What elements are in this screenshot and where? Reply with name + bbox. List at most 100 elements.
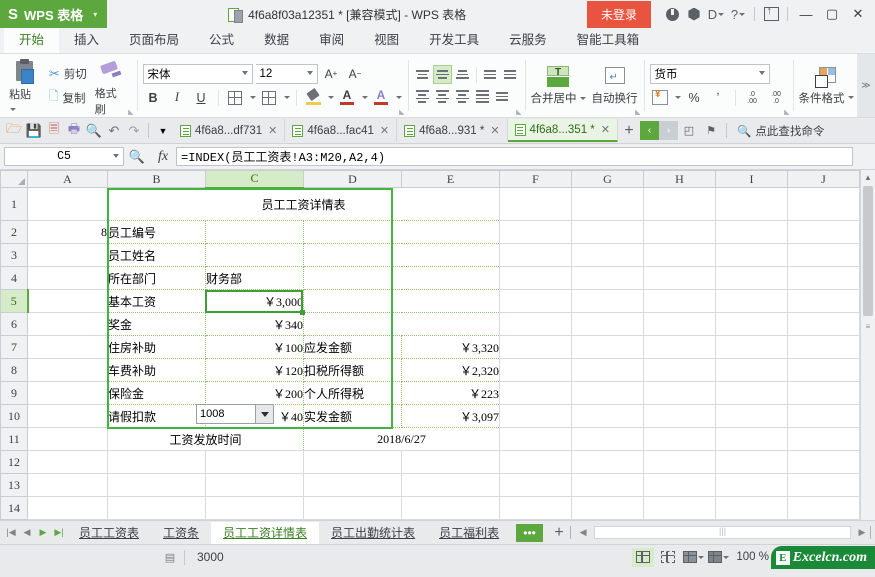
tab-menu-icon[interactable]: ⚑ [700,121,722,141]
restore-window-icon[interactable]: ◰ [678,121,700,141]
align-right-button[interactable] [453,87,472,106]
cell-g15[interactable] [572,520,644,521]
login-button[interactable]: 未登录 [587,1,651,28]
percent-format-button[interactable]: % [684,88,705,108]
column-header-i[interactable]: I [716,171,788,188]
cell-c12[interactable] [206,451,304,474]
align-center-button[interactable] [433,87,452,106]
cell-d2[interactable] [304,221,500,244]
ribbon-tab-view[interactable]: 视图 [359,25,414,53]
cell-h5[interactable] [644,290,716,313]
doc-tab-3[interactable]: 4f6a8...931 * ✕ [397,119,507,142]
cell-a13[interactable] [28,474,108,497]
cell-e14[interactable] [402,497,500,520]
cell-a7[interactable] [28,336,108,359]
save-icon[interactable]: 💾 [24,121,44,141]
cell-j2[interactable] [788,221,860,244]
row-header-14[interactable]: 14 [1,497,28,520]
cell-b4-label[interactable]: 所在部门 [108,267,206,290]
select-all-corner[interactable] [1,171,28,188]
align-left-button[interactable] [413,87,432,106]
cell-f12[interactable] [500,451,572,474]
cell-i11[interactable] [716,428,788,451]
cell-c5-value[interactable]: ￥3,000 [206,290,304,313]
cell-a12[interactable] [28,451,108,474]
cell-g1[interactable] [572,188,644,221]
cell-g10[interactable] [572,405,644,428]
cell-g5[interactable] [572,290,644,313]
cell-a6[interactable] [28,313,108,336]
cell-a4[interactable] [28,267,108,290]
column-header-e[interactable]: E [402,171,500,188]
row-header-4[interactable]: 4 [1,267,28,290]
cell-d6[interactable] [304,313,500,336]
format-painter-button[interactable]: 格式刷 [91,57,132,117]
close-icon[interactable]: ✕ [268,124,277,137]
cell-c4-value[interactable]: 财务部 [206,267,304,290]
cell-g2[interactable] [572,221,644,244]
name-box[interactable]: C5 [4,147,124,166]
alignment-dialog-launcher[interactable]: ◣ [516,108,521,116]
cell-j1[interactable] [788,188,860,221]
cell-c15[interactable] [206,520,304,521]
font-dialog-launcher[interactable]: ◣ [399,108,404,116]
close-icon[interactable]: ✕ [380,124,389,137]
cell-g14[interactable] [572,497,644,520]
cell-d3[interactable] [304,244,500,267]
row-header-10[interactable]: 10 [1,405,28,428]
cell-f6[interactable] [500,313,572,336]
print-preview-icon[interactable]: 🔍 [84,121,104,141]
cell-c3-value[interactable] [206,244,304,267]
cell-h3[interactable] [644,244,716,267]
row-header-5[interactable]: 5 [1,290,28,313]
cell-i14[interactable] [716,497,788,520]
cell-h6[interactable] [644,313,716,336]
chevron-down-icon[interactable] [759,71,765,75]
number-dialog-launcher[interactable]: ◣ [784,108,789,116]
maximize-button[interactable]: ▢ [819,1,845,27]
cell-j11[interactable] [788,428,860,451]
cell-g7[interactable] [572,336,644,359]
column-header-d[interactable]: D [304,171,402,188]
cell-d10-label[interactable]: 实发金额 [304,405,402,428]
insert-function-button[interactable]: fx [150,146,176,168]
column-header-c[interactable]: C [206,171,304,188]
text-orientation-button[interactable] [493,87,512,106]
cell-j4[interactable] [788,267,860,290]
decrease-font-size-button[interactable]: A− [345,64,366,84]
cell-b12[interactable] [108,451,206,474]
doc-tab-4[interactable]: 4f6a8...351 * ✕ [508,119,618,142]
close-icon[interactable]: ✕ [490,124,499,137]
font-size-input[interactable]: 12 [256,64,318,84]
cell-d9-label[interactable]: 个人所得税 [304,382,402,405]
cell-f13[interactable] [500,474,572,497]
row-header-9[interactable]: 9 [1,382,28,405]
conditional-format-button[interactable]: 条件格式 [799,66,854,106]
next-sheet-button[interactable]: ▶ [35,523,51,543]
row-header-11[interactable]: 11 [1,428,28,451]
increase-indent-button[interactable] [501,65,520,84]
cell-g13[interactable] [572,474,644,497]
increase-font-size-button[interactable]: A+ [321,64,342,84]
ribbon-tab-page-layout[interactable]: 页面布局 [114,25,194,53]
cell-e15[interactable] [402,520,500,521]
chevron-down-icon[interactable] [284,96,290,99]
copy-button[interactable]: 🗋 复制 [45,85,91,110]
row-header-13[interactable]: 13 [1,474,28,497]
cell-b10-label[interactable]: 请假扣款 [108,405,206,428]
print-icon[interactable]: 🖶 [64,121,84,141]
cell-h12[interactable] [644,451,716,474]
cell-d4[interactable] [304,267,500,290]
cell-b13[interactable] [108,474,206,497]
cell-d12[interactable] [304,451,402,474]
cut-button[interactable]: ✂ 剪切 [45,64,91,84]
cell-d5[interactable] [304,290,500,313]
cell-c13[interactable] [206,474,304,497]
cell-j9[interactable] [788,382,860,405]
cell-i13[interactable] [716,474,788,497]
cell-h4[interactable] [644,267,716,290]
column-header-h[interactable]: H [644,171,716,188]
row-header-6[interactable]: 6 [1,313,28,336]
sheet-tab-attendance[interactable]: 员工出勤统计表 [319,522,427,544]
decrease-decimal-button[interactable]: .00 .0 [766,88,787,108]
